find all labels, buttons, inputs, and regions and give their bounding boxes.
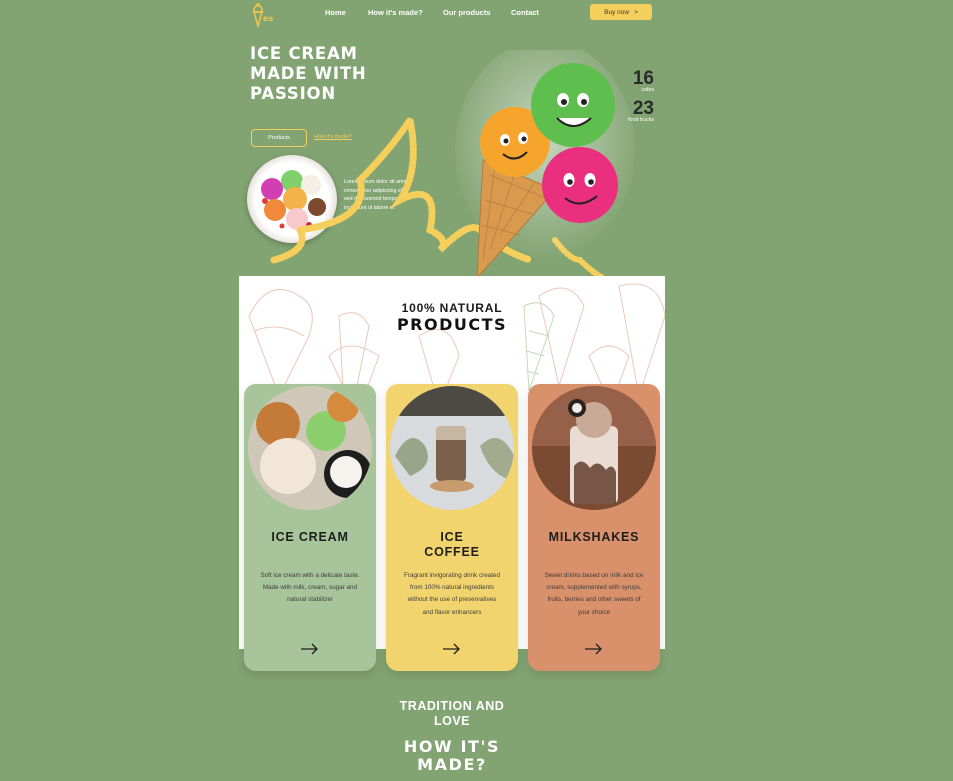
- card-description: Soft ice cream with a delicate taste. Ma…: [260, 572, 360, 604]
- logo-text: es: [263, 14, 274, 23]
- arrow-right-icon[interactable]: [584, 642, 604, 656]
- product-card-ice-coffee[interactable]: ICE COFFEE Fragrant invigorating drink c…: [386, 384, 518, 671]
- chevron-right-icon: >: [634, 8, 638, 16]
- ice-cream-waffle-illustration: [248, 386, 372, 510]
- products-kicker: 100% NATURAL: [401, 301, 503, 315]
- ice-cream-cone-image: [455, 50, 635, 280]
- tradition-heading: TRADITION AND LOVE: [239, 699, 665, 729]
- products-title: PRODUCTS: [396, 315, 508, 334]
- logo[interactable]: es: [250, 2, 280, 29]
- how-line: MADE?: [417, 755, 487, 774]
- card-title: ICE CREAM: [271, 530, 349, 544]
- stat-cafes: 16 cafes: [620, 68, 654, 93]
- hero-title-line: ICE CREAM: [250, 44, 358, 63]
- hero-title-line: PASSION: [250, 84, 336, 103]
- nav-link-our-products[interactable]: Our products: [443, 8, 491, 17]
- card-title: ICE COFFEE: [386, 530, 518, 560]
- card-title-line: COFFEE: [424, 545, 480, 559]
- ice-coffee-photo: [390, 386, 514, 510]
- product-card-milkshakes[interactable]: MILKSHAKES Sweet drinks based on milk an…: [528, 384, 660, 671]
- nav-link-contact[interactable]: Contact: [511, 8, 539, 17]
- milkshake-illustration: [532, 386, 656, 510]
- nav-link-home[interactable]: Home: [325, 8, 346, 17]
- card-title: MILKSHAKES: [548, 530, 640, 544]
- how-its-made-heading: HOW IT'S MADE?: [239, 738, 665, 774]
- buy-now-button[interactable]: Buy now >: [590, 4, 652, 20]
- hero-title: ICE CREAM MADE WITH PASSION: [250, 44, 430, 104]
- product-card-ice-cream[interactable]: ICE CREAM Soft ice cream with a delicate…: [244, 384, 376, 671]
- buy-now-label: Buy now: [604, 8, 630, 16]
- stat-label: food trucks: [628, 117, 654, 123]
- arrow-right-icon[interactable]: [442, 642, 462, 656]
- card-description: Sweet drinks based on milk and ice cream…: [544, 572, 644, 616]
- tradition-line: TRADITION AND: [399, 699, 505, 713]
- card-description: Fragrant invigorating drink created from…: [404, 572, 500, 616]
- nav-link-how-its-made[interactable]: How it's made?: [368, 8, 423, 17]
- ice-coffee-illustration: [390, 386, 514, 510]
- milkshake-photo: [532, 386, 656, 510]
- stat-food-trucks: 23 food trucks: [610, 98, 654, 123]
- card-title-line: ICE: [440, 530, 464, 544]
- tradition-line: LOVE: [433, 714, 471, 728]
- hero-title-line: MADE WITH: [250, 64, 367, 83]
- how-line: HOW IT'S: [403, 737, 501, 756]
- arrow-right-icon[interactable]: [300, 642, 320, 656]
- ice-cream-photo: [248, 386, 372, 510]
